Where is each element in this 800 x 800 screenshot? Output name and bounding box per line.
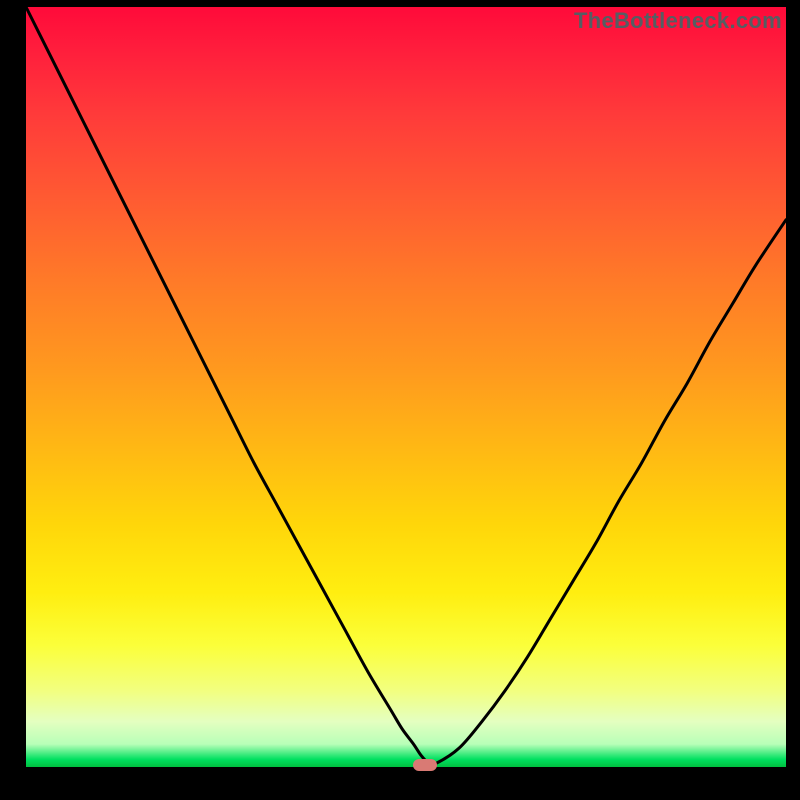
watermark-text: TheBottleneck.com: [574, 8, 782, 34]
bottleneck-curve: [26, 7, 786, 767]
chart-frame: TheBottleneck.com: [0, 0, 800, 800]
optimum-marker: [413, 759, 437, 771]
